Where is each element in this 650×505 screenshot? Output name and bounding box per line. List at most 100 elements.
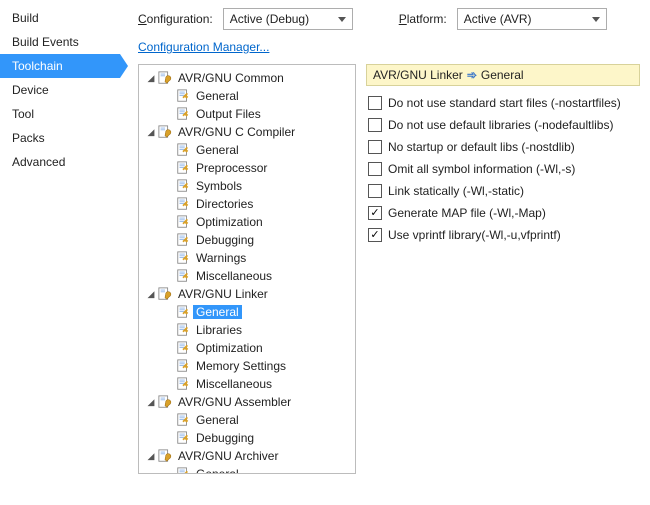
- tree-node-label[interactable]: Directories: [193, 197, 256, 211]
- tree-node[interactable]: ◢Optimization: [141, 339, 353, 357]
- configuration-manager-link[interactable]: Configuration Manager...: [138, 40, 269, 54]
- tree-node-label[interactable]: General: [193, 467, 242, 474]
- tree-node-label[interactable]: AVR/GNU Common: [175, 71, 287, 85]
- checkbox[interactable]: [368, 118, 382, 132]
- sidebar-item-build-events[interactable]: Build Events: [0, 30, 120, 54]
- tree-node[interactable]: ◢ AVR/GNU Assembler: [141, 393, 353, 411]
- tree-node-label[interactable]: Optimization: [193, 341, 266, 355]
- tree-node[interactable]: ◢ AVR/GNU Archiver: [141, 447, 353, 465]
- option-label[interactable]: Do not use default libraries (-nodefault…: [388, 118, 613, 132]
- option-row: Generate MAP file (-Wl,-Map): [366, 202, 640, 224]
- tree-node[interactable]: ◢General: [141, 303, 353, 321]
- tree-node[interactable]: ◢Debugging: [141, 231, 353, 249]
- tree-node[interactable]: ◢Memory Settings: [141, 357, 353, 375]
- tree-node[interactable]: ◢General: [141, 465, 353, 474]
- tree-node-label[interactable]: General: [193, 143, 242, 157]
- sidebar: BuildBuild EventsToolchainDeviceToolPack…: [0, 0, 120, 505]
- option-label[interactable]: No startup or default libs (-nostdlib): [388, 140, 575, 154]
- configuration-label: Configuration:: [138, 12, 213, 26]
- option-row: Do not use standard start files (-nostar…: [366, 92, 640, 114]
- toolchain-tree[interactable]: ◢AVR/GNU Common◢General◢Output Files◢AVR…: [138, 64, 356, 474]
- tree-node-label[interactable]: AVR/GNU C Compiler: [175, 125, 298, 139]
- tree-node-label[interactable]: AVR/GNU Archiver: [175, 449, 281, 463]
- sheet-pencil-icon: [175, 430, 191, 446]
- tree-node-label[interactable]: Libraries: [193, 323, 245, 337]
- tree-node-label[interactable]: Optimization: [193, 215, 266, 229]
- tree-node-label[interactable]: Miscellaneous: [193, 377, 275, 391]
- configuration-dropdown[interactable]: Active (Debug): [223, 8, 353, 30]
- sidebar-item-build[interactable]: Build: [0, 6, 120, 30]
- sheet-pencil-icon: [175, 250, 191, 266]
- tree-node[interactable]: ◢Symbols: [141, 177, 353, 195]
- tree-node-label[interactable]: AVR/GNU Assembler: [175, 395, 294, 409]
- expand-toggle-icon[interactable]: ◢: [145, 127, 157, 138]
- tree-node-label[interactable]: Preprocessor: [193, 161, 270, 175]
- tree-node-label[interactable]: Output Files: [193, 107, 264, 121]
- platform-dropdown[interactable]: Active (AVR): [457, 8, 607, 30]
- tree-node[interactable]: ◢ AVR/GNU Linker: [141, 285, 353, 303]
- tree-node[interactable]: ◢General: [141, 411, 353, 429]
- tree-node[interactable]: ◢General: [141, 87, 353, 105]
- tree-node[interactable]: ◢Miscellaneous: [141, 267, 353, 285]
- tree-node[interactable]: ◢Warnings: [141, 249, 353, 267]
- checkbox[interactable]: [368, 206, 382, 220]
- checkbox[interactable]: [368, 228, 382, 242]
- sidebar-item-tool[interactable]: Tool: [0, 102, 120, 126]
- option-label[interactable]: Use vprintf library(-Wl,-u,vfprintf): [388, 228, 561, 242]
- option-label[interactable]: Link statically (-Wl,-static): [388, 184, 524, 198]
- sheet-pencil-icon: [175, 160, 191, 176]
- option-row: Do not use default libraries (-nodefault…: [366, 114, 640, 136]
- tree-node[interactable]: ◢Miscellaneous: [141, 375, 353, 393]
- expand-toggle-icon[interactable]: ◢: [145, 397, 157, 408]
- tree-node[interactable]: ◢Optimization: [141, 213, 353, 231]
- tree-node-label[interactable]: General: [193, 413, 242, 427]
- tree-node-label[interactable]: Warnings: [193, 251, 249, 265]
- expand-toggle-icon[interactable]: ◢: [145, 451, 157, 462]
- option-label[interactable]: Do not use standard start files (-nostar…: [388, 96, 621, 110]
- checkbox[interactable]: [368, 162, 382, 176]
- expand-toggle-icon[interactable]: ◢: [145, 73, 157, 84]
- sheet-pencil-icon: [175, 466, 191, 474]
- tree-node[interactable]: ◢Debugging: [141, 429, 353, 447]
- tree-node-label[interactable]: General: [193, 305, 242, 319]
- sheet-pencil-icon: [175, 358, 191, 374]
- sidebar-item-advanced[interactable]: Advanced: [0, 150, 120, 174]
- tree-node-label[interactable]: Miscellaneous: [193, 269, 275, 283]
- sidebar-item-packs[interactable]: Packs: [0, 126, 120, 150]
- sheet-pencil-icon: [175, 88, 191, 104]
- wrench-icon: [157, 394, 173, 410]
- tree-node[interactable]: ◢Libraries: [141, 321, 353, 339]
- sheet-pencil-icon: [175, 340, 191, 356]
- tree-node-label[interactable]: General: [193, 89, 242, 103]
- tree-node-label[interactable]: AVR/GNU Linker: [175, 287, 271, 301]
- tree-node-label[interactable]: Memory Settings: [193, 359, 289, 373]
- option-label[interactable]: Omit all symbol information (-Wl,-s): [388, 162, 575, 176]
- breadcrumb-page: General: [481, 68, 524, 82]
- sheet-pencil-icon: [175, 142, 191, 158]
- tree-node-label[interactable]: Debugging: [193, 431, 257, 445]
- option-row: No startup or default libs (-nostdlib): [366, 136, 640, 158]
- option-label[interactable]: Generate MAP file (-Wl,-Map): [388, 206, 546, 220]
- option-row: Link statically (-Wl,-static): [366, 180, 640, 202]
- checkbox[interactable]: [368, 140, 382, 154]
- sheet-pencil-icon: [175, 268, 191, 284]
- tree-node[interactable]: ◢ AVR/GNU Common: [141, 69, 353, 87]
- tree-node[interactable]: ◢Preprocessor: [141, 159, 353, 177]
- wrench-icon: [157, 286, 173, 302]
- sheet-pencil-icon: [175, 412, 191, 428]
- tree-node-label[interactable]: Symbols: [193, 179, 245, 193]
- checkbox[interactable]: [368, 184, 382, 198]
- tree-node[interactable]: ◢Directories: [141, 195, 353, 213]
- arrow-icon: ➾: [467, 68, 477, 82]
- wrench-icon: [157, 124, 173, 140]
- tree-node[interactable]: ◢Output Files: [141, 105, 353, 123]
- tree-node[interactable]: ◢ AVR/GNU C Compiler: [141, 123, 353, 141]
- tree-node[interactable]: ◢General: [141, 141, 353, 159]
- sidebar-item-device[interactable]: Device: [0, 78, 120, 102]
- configuration-value: Active (Debug): [230, 12, 309, 26]
- expand-toggle-icon[interactable]: ◢: [145, 289, 157, 300]
- sidebar-item-toolchain[interactable]: Toolchain: [0, 54, 120, 78]
- sheet-pencil-icon: [175, 106, 191, 122]
- tree-node-label[interactable]: Debugging: [193, 233, 257, 247]
- checkbox[interactable]: [368, 96, 382, 110]
